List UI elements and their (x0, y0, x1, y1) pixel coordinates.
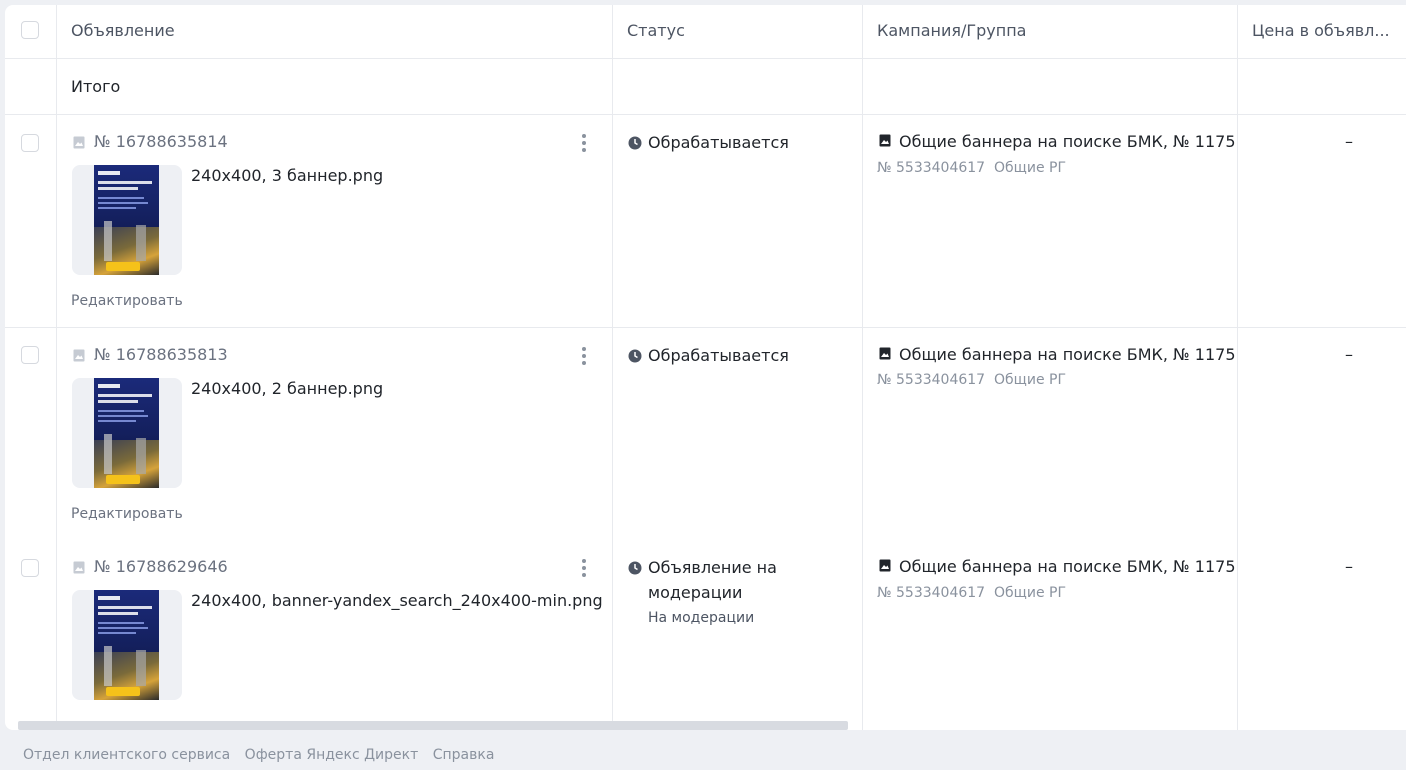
status-text: Обрабатывается (648, 133, 789, 152)
clock-icon (628, 349, 642, 363)
price-value: – (1345, 132, 1353, 151)
ad-id: № 16788635814 (94, 132, 228, 151)
image-icon (879, 559, 891, 572)
ad-id: № 16788635813 (94, 345, 228, 364)
more-vertical-icon[interactable] (578, 132, 590, 154)
footer-link-client-service[interactable]: Отдел клиентского сервиса (23, 747, 230, 763)
totals-label: Итого (71, 77, 121, 96)
campaign-link[interactable]: Общие баннера на поиске БМК, № 1175 (899, 345, 1236, 364)
status-text: Обрабатывается (648, 346, 789, 365)
group-name[interactable]: Общие РГ (994, 585, 1066, 601)
image-icon (73, 561, 85, 574)
banner-image (94, 378, 159, 488)
ad-id: № 16788629646 (94, 557, 228, 576)
row-checkbox[interactable] (21, 134, 39, 152)
image-icon (73, 136, 85, 149)
price-value: – (1345, 345, 1353, 364)
file-name: 240x400, 3 баннер.png (191, 166, 384, 185)
header-price[interactable]: Цена в объявл... (1252, 21, 1390, 40)
status-text-line2: модерации (648, 583, 743, 602)
header-status[interactable]: Статус (627, 21, 685, 40)
image-icon (879, 134, 891, 147)
banner-image (94, 165, 159, 275)
horizontal-scrollbar[interactable] (18, 721, 848, 730)
row-divider (5, 58, 1406, 59)
status-subtext: На модерации (648, 610, 755, 626)
banner-thumbnail[interactable] (72, 378, 182, 488)
edit-link[interactable]: Редактировать (71, 293, 183, 309)
row-divider (5, 327, 1406, 328)
file-name: 240x400, banner-yandex_search_240x400-mi… (191, 591, 603, 610)
footer-link-offer[interactable]: Оферта Яндекс Директ (245, 747, 419, 763)
footer-link-help[interactable]: Справка (433, 747, 495, 763)
edit-link[interactable]: Редактировать (71, 506, 183, 522)
image-icon (879, 347, 891, 360)
header-ad[interactable]: Объявление (71, 21, 175, 40)
banner-image (94, 590, 159, 700)
campaign-link[interactable]: Общие баннера на поиске БМК, № 1175 (899, 132, 1236, 151)
row-checkbox[interactable] (21, 346, 39, 364)
clock-icon (628, 136, 642, 150)
image-icon (73, 349, 85, 362)
price-value: – (1345, 557, 1353, 576)
ads-table: Объявление Статус Кампания/Группа Цена в… (5, 5, 1406, 730)
status-text-line1: Объявление на (648, 558, 777, 577)
group-name[interactable]: Общие РГ (994, 372, 1066, 388)
row-checkbox[interactable] (21, 559, 39, 577)
clock-icon (628, 561, 642, 575)
group-id: № 5533404617 (877, 160, 986, 176)
footer: Отдел клиентского сервиса Оферта Яндекс … (23, 747, 504, 763)
group-id: № 5533404617 (877, 372, 986, 388)
more-vertical-icon[interactable] (578, 557, 590, 579)
campaign-link[interactable]: Общие баннера на поиске БМК, № 1175 (899, 557, 1236, 576)
header-campaign[interactable]: Кампания/Группа (877, 21, 1026, 40)
row-divider (5, 114, 1406, 115)
banner-thumbnail[interactable] (72, 590, 182, 700)
more-vertical-icon[interactable] (578, 345, 590, 367)
select-all-checkbox[interactable] (21, 21, 39, 39)
banner-thumbnail[interactable] (72, 165, 182, 275)
group-id: № 5533404617 (877, 585, 986, 601)
group-name[interactable]: Общие РГ (994, 160, 1066, 176)
file-name: 240x400, 2 баннер.png (191, 379, 384, 398)
